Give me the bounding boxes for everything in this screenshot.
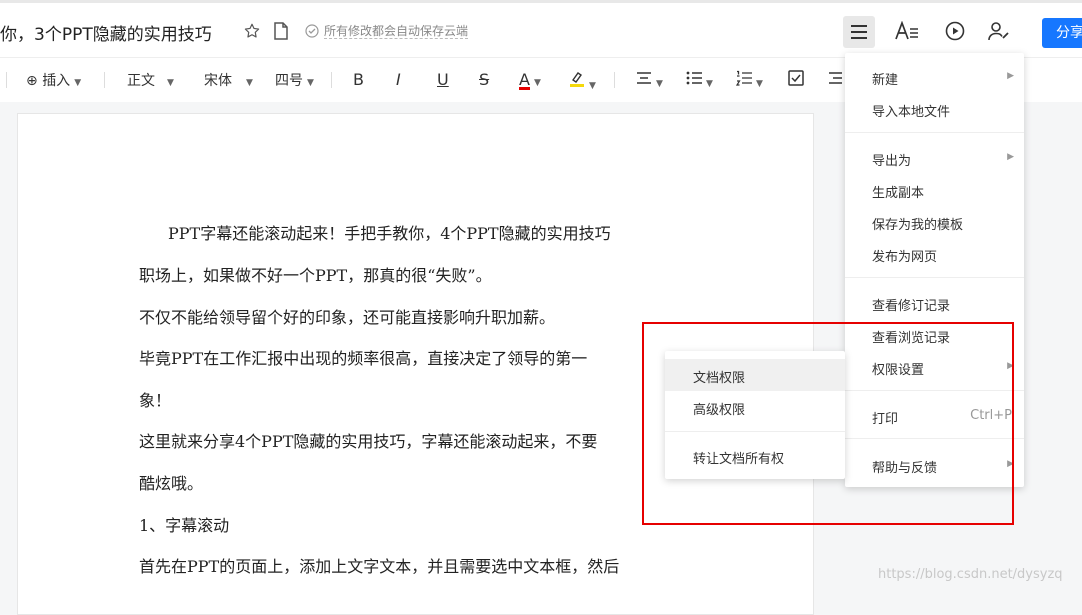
toolbar-divider	[331, 72, 332, 88]
menu-divider	[665, 431, 845, 432]
menu-item-import-local-file[interactable]: 导入本地文件	[872, 101, 950, 120]
menu-item-save-as-template[interactable]: 保存为我的模板	[872, 214, 963, 233]
submenu-item-document-permission[interactable]: 文档权限	[693, 367, 745, 386]
paragraph[interactable]: 毕竟PPT在工作汇报中出现的频率很高，直接决定了领导的第一	[139, 345, 587, 369]
toolbar-divider	[6, 72, 7, 88]
font-size-value: 四号	[275, 73, 303, 89]
highlight-color-button[interactable]: ▼	[569, 70, 596, 92]
chevron-down-icon: ▼	[656, 79, 663, 89]
bold-button[interactable]: B	[353, 70, 364, 89]
bullet-list-icon	[686, 71, 702, 85]
print-shortcut: Ctrl+P	[970, 408, 1012, 423]
star-icon[interactable]	[238, 17, 266, 45]
indent-button[interactable]	[828, 70, 842, 90]
menu-item-help-feedback[interactable]: 帮助与反馈	[872, 457, 937, 476]
menu-divider	[845, 132, 1024, 133]
align-center-icon	[637, 72, 651, 84]
chevron-down-icon: ▼	[74, 78, 82, 88]
paragraph-style-select[interactable]: 正文 ▼	[127, 70, 174, 90]
font-family-value: 宋体	[204, 73, 232, 89]
watermark-text: https://blog.csdn.net/dysyzq	[878, 567, 1063, 582]
chevron-down-icon: ▼	[307, 78, 314, 88]
menu-item-label: 导出为	[872, 154, 912, 169]
menu-item-label: 生成副本	[872, 186, 925, 201]
menu-item-label: 发布为网页	[872, 250, 938, 265]
chevron-right-icon: ▶	[1007, 152, 1014, 162]
checklist-button[interactable]	[788, 70, 804, 90]
chevron-down-icon: ▼	[756, 79, 763, 89]
menu-item-label: 帮助与反馈	[872, 461, 938, 476]
more-menu-dropdown: 新建 ▶ 导入本地文件 导出为 ▶ 生成副本 保存为我的模板 发布为网页 查看修…	[845, 53, 1024, 487]
menu-item-label: 保存为我的模板	[872, 218, 964, 233]
font-family-select[interactable]: 宋体 ▼	[204, 70, 253, 90]
highlighter-icon	[570, 72, 584, 87]
chevron-down-icon: ▼	[533, 78, 541, 88]
menu-item-label: 查看修订记录	[872, 299, 951, 314]
play-present-icon[interactable]	[941, 17, 969, 45]
chevron-right-icon: ▶	[1007, 459, 1014, 469]
permission-submenu: 文档权限 高级权限 转让文档所有权	[665, 351, 845, 479]
menu-item-label: 导入本地文件	[872, 105, 951, 120]
menu-item-revision-history[interactable]: 查看修订记录	[872, 295, 950, 314]
menu-item-publish-web[interactable]: 发布为网页	[872, 246, 937, 265]
chevron-down-icon: ▼	[589, 81, 596, 91]
menu-item-new[interactable]: 新建	[872, 69, 898, 88]
save-status: 所有修改都会自动保存云端	[324, 24, 469, 39]
menu-item-label: 权限设置	[872, 363, 925, 378]
more-menu-button[interactable]	[843, 16, 875, 48]
paragraph[interactable]: 象！	[139, 387, 171, 411]
menu-item-view-history[interactable]: 查看浏览记录	[872, 327, 950, 346]
collaborate-user-icon[interactable]	[985, 17, 1013, 45]
add-circle-icon: ⊕	[26, 73, 38, 89]
menu-divider	[845, 390, 1024, 391]
chevron-right-icon: ▶	[1007, 361, 1014, 371]
paragraph[interactable]: 不仅不能给领导留个好的印象，还可能直接影响升职加薪。	[139, 304, 555, 328]
document-title[interactable]: 你，3个PPT隐藏的实用技巧	[0, 20, 212, 45]
font-color-label: A	[519, 70, 530, 90]
header-bar: 你，3个PPT隐藏的实用技巧 所有修改都会自动保存云端 分享	[0, 3, 1082, 57]
menu-item-make-copy[interactable]: 生成副本	[872, 182, 924, 201]
menu-item-label: 打印	[872, 412, 899, 427]
bullet-list-button[interactable]: ▼	[686, 70, 713, 90]
cloud-saved-icon	[305, 23, 319, 38]
paragraph[interactable]: PPT字幕还能滚动起来！手把手教你，4个PPT隐藏的实用技巧	[168, 220, 611, 244]
document-info-icon[interactable]	[267, 17, 295, 45]
chevron-down-icon: ▼	[167, 78, 174, 88]
align-button[interactable]: ▼	[636, 70, 663, 90]
submenu-item-advanced-permission[interactable]: 高级权限	[693, 399, 745, 418]
font-color-button[interactable]: A ▼	[519, 70, 541, 90]
numbered-list-icon	[735, 70, 752, 86]
checkbox-icon	[788, 70, 804, 86]
submenu-hover-highlight	[665, 359, 845, 391]
paragraph[interactable]: 首先在PPT的页面上，添加上文字文本，并且需要选中文本框，然后	[139, 553, 619, 577]
menu-item-print[interactable]: 打印	[872, 408, 898, 427]
paragraph[interactable]: 酷炫哦。	[139, 470, 203, 494]
chevron-down-icon: ▼	[246, 78, 253, 88]
menu-item-permission-settings[interactable]: 权限设置	[872, 359, 924, 378]
toolbar-divider	[614, 72, 615, 88]
chevron-down-icon: ▼	[706, 79, 713, 89]
text-format-icon[interactable]	[893, 17, 921, 45]
menu-divider	[845, 277, 1024, 278]
paragraph-style-value: 正文	[127, 73, 155, 89]
menu-item-export[interactable]: 导出为	[872, 150, 911, 169]
italic-button[interactable]: I	[396, 70, 401, 89]
share-button[interactable]: 分享	[1042, 18, 1082, 48]
section-heading[interactable]: 1、字幕滚动	[139, 512, 229, 536]
chevron-right-icon: ▶	[1007, 71, 1014, 81]
paragraph[interactable]: 职场上，如果做不好一个PPT，那真的很“失败”。	[139, 262, 492, 286]
menu-item-label: 查看浏览记录	[872, 331, 951, 346]
indent-icon	[829, 72, 842, 84]
menu-divider	[845, 438, 1024, 439]
submenu-item-transfer-ownership[interactable]: 转让文档所有权	[693, 448, 784, 467]
toolbar-divider	[104, 72, 105, 88]
numbered-list-button[interactable]: ▼	[735, 70, 763, 90]
menu-item-label: 新建	[872, 73, 899, 88]
insert-label: 插入	[42, 73, 71, 89]
strikethrough-button[interactable]: S	[479, 70, 489, 89]
insert-button[interactable]: ⊕ 插入 ▼	[26, 70, 81, 90]
font-size-select[interactable]: 四号 ▼	[275, 70, 314, 90]
underline-button[interactable]: U	[437, 70, 449, 89]
paragraph[interactable]: 这里就来分享4个PPT隐藏的实用技巧，字幕还能滚动起来，不要	[139, 428, 597, 452]
